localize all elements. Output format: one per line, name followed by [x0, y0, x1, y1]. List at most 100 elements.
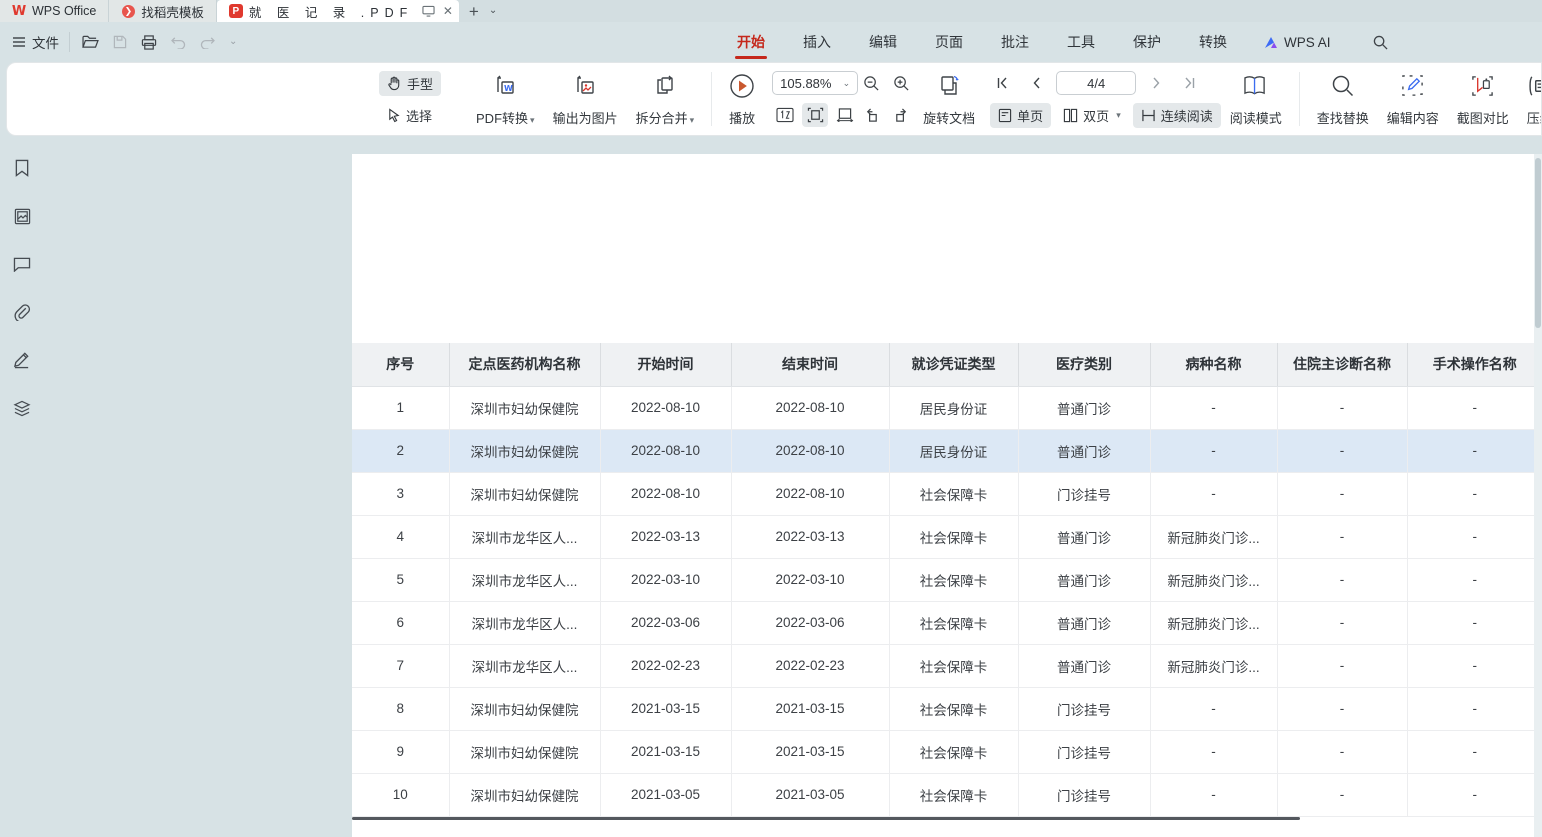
first-page-button[interactable]: [990, 71, 1016, 95]
table-cell: 居民身份证: [889, 429, 1018, 472]
rotate-left-button[interactable]: [858, 103, 884, 127]
single-page-view-button[interactable]: 单页: [990, 103, 1051, 128]
menu-search-icon[interactable]: [1373, 35, 1388, 50]
table-cell: 10: [352, 773, 449, 816]
screenshot-compare-button[interactable]: 截图对比: [1448, 69, 1518, 129]
zoom-in-button[interactable]: [888, 71, 914, 95]
new-tab-icon[interactable]: +: [469, 3, 479, 20]
page-number-input[interactable]: [1056, 71, 1136, 95]
table-cell: -: [1150, 386, 1277, 429]
rotate-right-button[interactable]: [888, 103, 914, 127]
redo-icon[interactable]: [200, 36, 215, 49]
wps-ai-button[interactable]: WPS AI: [1263, 35, 1331, 50]
table-cell: 2022-08-10: [731, 386, 889, 429]
scrollbar-thumb[interactable]: [1535, 158, 1541, 328]
bookmarks-panel-icon[interactable]: [10, 156, 34, 180]
previous-page-button[interactable]: [1023, 71, 1049, 95]
table-cell: 深圳市妇幼保健院: [449, 773, 600, 816]
zoom-level-select[interactable]: 105.88% ⌄: [772, 71, 858, 95]
tab-docer-templates[interactable]: ❯ 找稻壳模板: [109, 0, 217, 22]
actual-size-button[interactable]: [772, 103, 798, 127]
export-as-image-button[interactable]: 输出为图片: [544, 69, 627, 129]
last-page-button[interactable]: [1176, 71, 1202, 95]
table-cell: 门诊挂号: [1018, 687, 1150, 730]
table-cell: -: [1277, 515, 1407, 558]
undo-icon[interactable]: [171, 36, 186, 49]
tab-list-chevron-icon[interactable]: ⌄: [489, 6, 497, 16]
table-cell: 3: [352, 472, 449, 515]
file-menu-button[interactable]: 文件: [0, 32, 69, 52]
split-merge-button[interactable]: 拆分合并▾: [627, 69, 704, 129]
next-page-button[interactable]: [1143, 71, 1169, 95]
read-mode-button[interactable]: 阅读模式: [1221, 69, 1291, 129]
select-tool-button[interactable]: 选择: [379, 103, 440, 128]
table-cell: 2021-03-05: [600, 773, 731, 816]
table-cell: -: [1407, 429, 1542, 472]
table-cell: 普通门诊: [1018, 515, 1150, 558]
menu-tab-insert[interactable]: 插入: [801, 23, 833, 61]
table-cell: 9: [352, 730, 449, 773]
present-monitor-icon[interactable]: [422, 5, 435, 17]
table-cell: -: [1407, 472, 1542, 515]
attachments-panel-icon[interactable]: [10, 300, 34, 324]
find-replace-button[interactable]: 查找替换: [1308, 69, 1378, 129]
fit-width-button[interactable]: [832, 103, 858, 127]
continuous-read-icon: [1141, 109, 1156, 122]
table-row: 7深圳市龙华区人...2022-02-232022-02-23社会保障卡普通门诊…: [352, 644, 1542, 687]
hand-tool-button[interactable]: 手型: [379, 71, 441, 96]
play-button[interactable]: 播放: [720, 69, 764, 129]
table-cell: 2022-03-10: [600, 558, 731, 601]
save-icon[interactable]: [113, 35, 127, 49]
fit-page-button[interactable]: [802, 103, 828, 127]
print-icon[interactable]: [141, 35, 157, 50]
table-cell: 2022-03-06: [731, 601, 889, 644]
menu-tab-page[interactable]: 页面: [933, 23, 965, 61]
table-cell: 社会保障卡: [889, 687, 1018, 730]
column-header: 手术操作名称: [1407, 343, 1542, 386]
menu-tab-tools[interactable]: 工具: [1065, 23, 1097, 61]
menu-tab-protect[interactable]: 保护: [1131, 23, 1163, 61]
rotate-document-icon: [937, 74, 961, 98]
table-cell: 社会保障卡: [889, 515, 1018, 558]
continuous-read-button[interactable]: 连续阅读: [1133, 103, 1221, 128]
layers-panel-icon[interactable]: [10, 396, 34, 420]
edit-content-icon: [1400, 74, 1425, 98]
table-cell: -: [1407, 601, 1542, 644]
table-cell: -: [1150, 687, 1277, 730]
table-cell: 2021-03-15: [600, 730, 731, 773]
vertical-scrollbar[interactable]: [1534, 154, 1542, 837]
thumbnails-panel-icon[interactable]: [10, 204, 34, 228]
table-cell: 7: [352, 644, 449, 687]
menu-tab-annotate[interactable]: 批注: [999, 23, 1031, 61]
menu-tab-edit[interactable]: 编辑: [867, 23, 899, 61]
table-header-row: 序号定点医药机构名称开始时间结束时间就诊凭证类型医疗类别病种名称住院主诊断名称手…: [352, 343, 1542, 386]
pdf-convert-button[interactable]: W PDF转换▾: [467, 69, 544, 129]
qat-customize-chevron-icon[interactable]: ⌄: [229, 37, 237, 47]
table-cell: 深圳市妇幼保健院: [449, 472, 600, 515]
pdf-file-icon: P: [229, 4, 243, 18]
compress-button[interactable]: 压缩: [1518, 69, 1542, 129]
double-page-view-button[interactable]: 双页 ▾: [1055, 103, 1129, 128]
table-row: 4深圳市龙华区人...2022-03-132022-03-13社会保障卡普通门诊…: [352, 515, 1542, 558]
table-cell: -: [1407, 730, 1542, 773]
sign-panel-icon[interactable]: [10, 348, 34, 372]
table-cell: 深圳市龙华区人...: [449, 601, 600, 644]
menu-tab-convert[interactable]: 转换: [1197, 23, 1229, 61]
table-cell: 6: [352, 601, 449, 644]
table-cell: 2021-03-15: [731, 687, 889, 730]
pdf-convert-icon: W: [493, 74, 517, 98]
zoom-out-button[interactable]: [858, 71, 884, 95]
edit-content-button[interactable]: 编辑内容: [1378, 69, 1448, 129]
close-tab-icon[interactable]: ✕: [443, 4, 453, 18]
table-row: 1深圳市妇幼保健院2022-08-102022-08-10居民身份证普通门诊--…: [352, 386, 1542, 429]
table-cell: -: [1150, 472, 1277, 515]
table-cell: 深圳市龙华区人...: [449, 644, 600, 687]
tab-wps-home[interactable]: W WPS Office: [0, 0, 109, 22]
tab-document-pdf[interactable]: P 就 医 记 录 .PDF ✕: [217, 0, 459, 22]
open-file-icon[interactable]: [82, 35, 99, 49]
comments-panel-icon[interactable]: [10, 252, 34, 276]
rotate-document-button[interactable]: 旋转文档: [914, 69, 984, 129]
menu-tab-home[interactable]: 开始: [735, 23, 767, 61]
table-cell: -: [1277, 386, 1407, 429]
window-tabbar: W WPS Office ❯ 找稻壳模板 P 就 医 记 录 .PDF ✕ + …: [0, 0, 1542, 22]
